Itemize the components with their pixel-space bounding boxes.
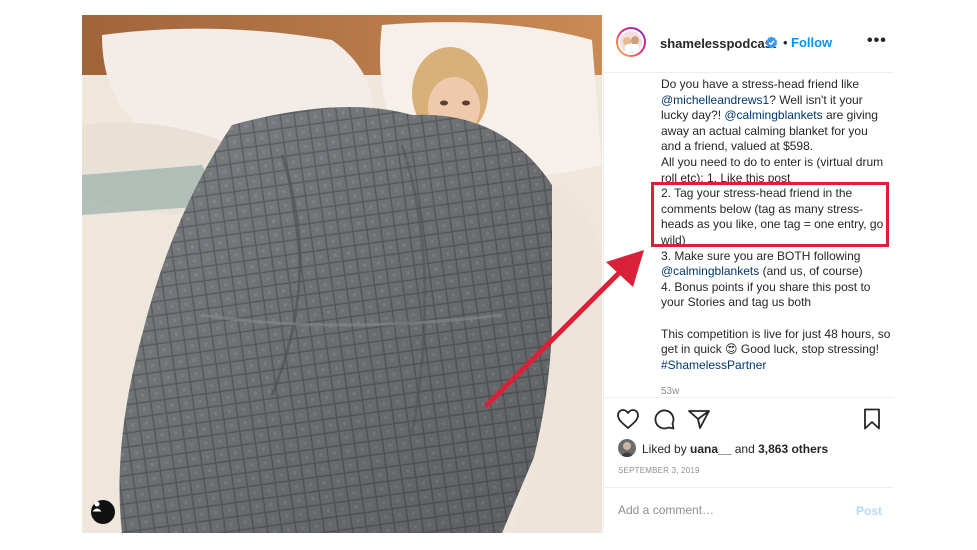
likes-text: Liked by uana__ and 3,863 others <box>642 442 829 456</box>
more-options-button[interactable]: ••• <box>867 32 887 50</box>
post-comment-button[interactable]: Post <box>856 504 882 518</box>
mention-link[interactable]: @calmingblankets <box>661 264 759 278</box>
comment-bar: Post <box>604 487 894 534</box>
caption-intro: Do you have a stress-head friend like @m… <box>661 77 878 154</box>
post-photo[interactable] <box>82 15 602 533</box>
likes-count-link[interactable]: 3,863 others <box>758 442 828 456</box>
post-side-panel: shamelesspodcast • Follow ••• Do you hav… <box>603 15 894 533</box>
caption-step-4: 4. Bonus points if you share this post t… <box>661 279 871 310</box>
heart-icon[interactable] <box>616 408 640 430</box>
separator-dot: • <box>783 35 788 50</box>
post-header: shamelesspodcast • Follow ••• <box>604 15 894 73</box>
comment-input[interactable] <box>618 503 818 517</box>
bookmark-icon[interactable] <box>863 408 881 430</box>
username-link[interactable]: shamelesspodcast <box>660 36 776 51</box>
annotation-highlight-box <box>651 182 889 247</box>
photo-image <box>82 15 602 533</box>
user-tag-icon <box>92 501 102 512</box>
follow-button[interactable]: Follow <box>791 35 832 50</box>
comment-icon[interactable] <box>653 408 675 430</box>
caption-step-3: 3. Make sure you are BOTH following @cal… <box>661 248 863 279</box>
avatar[interactable] <box>616 27 646 57</box>
hashtag-link[interactable]: #ShamelessPartner <box>661 358 766 372</box>
mention-link[interactable]: @calmingblankets <box>724 108 822 122</box>
heart-eyes-emoji: 😍 <box>725 342 738 357</box>
time-ago: 53w <box>661 386 680 397</box>
liker-avatar[interactable] <box>618 439 636 457</box>
user-tag-button[interactable] <box>91 500 115 524</box>
verified-badge-icon <box>765 36 778 49</box>
share-icon[interactable] <box>688 409 710 429</box>
actions-divider <box>604 397 894 398</box>
caption-closing: This competition is live for just 48 hou… <box>661 326 891 372</box>
liker-username-link[interactable]: uana__ <box>690 442 731 456</box>
post-date: SEPTEMBER 3, 2019 <box>618 466 700 475</box>
mention-link[interactable]: @michelleandrews1 <box>661 93 769 107</box>
